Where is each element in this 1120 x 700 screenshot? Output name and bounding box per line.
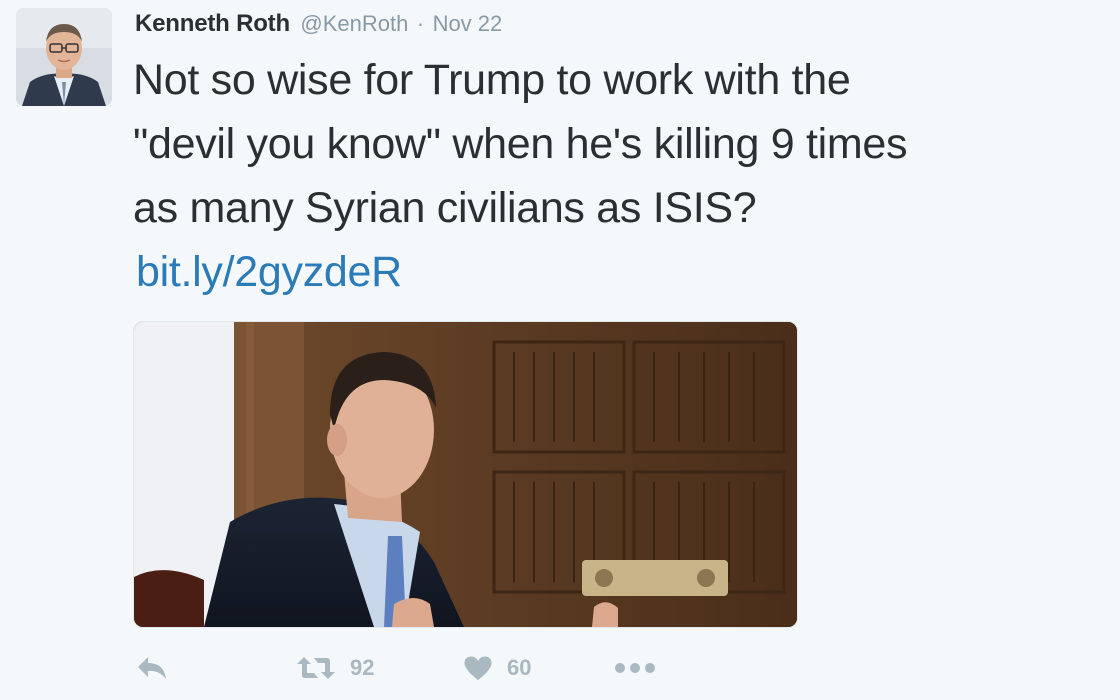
heart-icon <box>464 656 492 680</box>
tweet-text-line: Not so wise for Trump to work with the <box>133 56 851 104</box>
tweet: Kenneth Roth @KenRoth · Nov 22 Not so wi… <box>0 0 1120 700</box>
tweet-media-image[interactable] <box>133 321 798 628</box>
retweet-count: 92 <box>350 655 375 680</box>
tweet-text-line: "devil you know" when he's killing 9 tim… <box>133 120 908 168</box>
retweet-button[interactable]: 92 <box>296 640 374 696</box>
tweet-link[interactable]: bit.ly/2gyzdeR <box>136 240 402 304</box>
reply-button[interactable] <box>135 640 169 696</box>
like-count: 60 <box>507 655 532 680</box>
header-separator: · <box>416 11 425 36</box>
more-button[interactable] <box>614 640 656 696</box>
avatar-photo <box>16 8 112 106</box>
reply-icon <box>138 657 166 679</box>
like-button[interactable]: 60 <box>463 640 531 696</box>
author-name[interactable]: Kenneth Roth <box>135 10 290 37</box>
more-dots-icon <box>615 663 655 673</box>
avatar[interactable] <box>16 8 112 106</box>
retweet-icon <box>297 657 335 679</box>
tweet-header: Kenneth Roth @KenRoth · Nov 22 <box>135 6 502 42</box>
tweet-text: Not so wise for Trump to work with the "… <box>133 48 1108 240</box>
media-photo <box>134 322 797 627</box>
tweet-timestamp[interactable]: Nov 22 <box>433 11 503 36</box>
tweet-text-line: as many Syrian civilians as ISIS? <box>133 184 757 232</box>
author-handle[interactable]: @KenRoth <box>300 11 408 36</box>
tweet-actions: 92 60 <box>0 640 1120 696</box>
